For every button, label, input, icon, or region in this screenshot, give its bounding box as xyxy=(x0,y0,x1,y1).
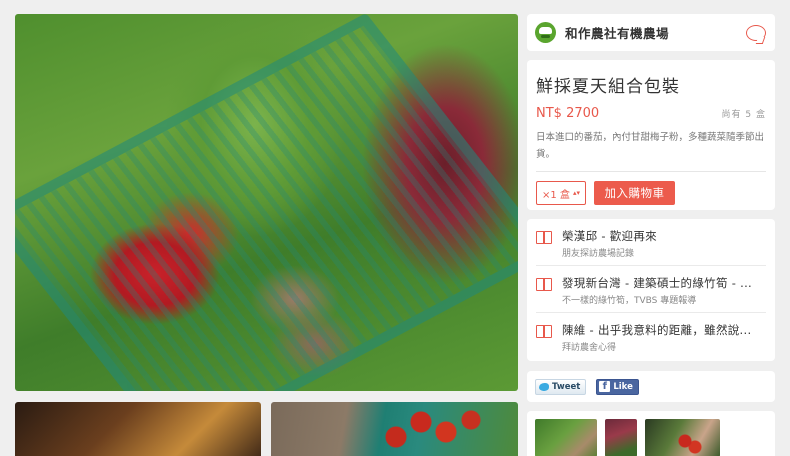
social-bar: Tweet f Like xyxy=(527,371,775,402)
tweet-label: Tweet xyxy=(552,381,581,392)
page: 和作農社有機農場 鮮採夏天組合包裝 NT$ 2700 尚有 5 盒 日本進口的番… xyxy=(0,0,790,456)
tweet-button[interactable]: Tweet xyxy=(535,378,587,395)
article-title[interactable]: 陳維 - 出乎我意料的距離，雖然說... xyxy=(562,322,766,338)
article-title[interactable]: 榮漢邱 - 歡迎再來 xyxy=(562,228,766,244)
like-label: Like xyxy=(613,381,633,392)
quantity-select[interactable]: ×1 盒 ▴▾ xyxy=(536,181,586,205)
article-item[interactable]: 陳維 - 出乎我意料的距離，雖然說... 拜訪農舍心得 xyxy=(536,313,766,360)
article-item[interactable]: 發現新台灣 - 建築碩士的綠竹筍 - ... 不一樣的綠竹筍，TVBS 專題報導 xyxy=(536,266,766,313)
articles-list: 榮漢邱 - 歡迎再來 朋友探訪農場記錄 發現新台灣 - 建築碩士的綠竹筍 - .… xyxy=(527,219,775,361)
article-item[interactable]: 榮漢邱 - 歡迎再來 朋友探訪農場記錄 xyxy=(536,219,766,266)
product-title: 鮮採夏天組合包裝 xyxy=(536,77,680,97)
select-caret-icon: ▴▾ xyxy=(572,189,580,197)
gallery-thumbnail[interactable] xyxy=(605,419,637,456)
crate-graphic xyxy=(15,14,518,391)
article-subtitle: 不一樣的綠竹筍，TVBS 專題報導 xyxy=(562,296,697,306)
article-title[interactable]: 發現新台灣 - 建築碩士的綠竹筍 - ... xyxy=(562,275,766,291)
stock-count: 尚有 5 盒 xyxy=(721,110,766,120)
article-text: 榮漢邱 - 歡迎再來 朋友探訪農場記錄 xyxy=(562,228,766,259)
farm-header: 和作農社有機農場 xyxy=(527,14,775,51)
product-description: 日本進口的番茄，內付甘甜梅子粉，多種蔬菜隨季節出貨。 xyxy=(536,129,766,172)
product-card: 鮮採夏天組合包裝 NT$ 2700 尚有 5 盒 日本進口的番茄，內付甘甜梅子粉… xyxy=(527,60,775,210)
price-row: NT$ 2700 尚有 5 盒 xyxy=(536,106,766,121)
book-icon xyxy=(536,278,552,291)
article-subtitle: 朋友探訪農場記錄 xyxy=(562,249,635,259)
article-text: 發現新台灣 - 建築碩士的綠竹筍 - ... 不一樣的綠竹筍，TVBS 專題報導 xyxy=(562,275,766,306)
gallery-thumbnail[interactable] xyxy=(645,419,720,456)
add-to-cart-button[interactable]: 加入購物車 xyxy=(594,181,675,205)
farm-logo-icon[interactable] xyxy=(535,22,556,43)
chat-icon[interactable] xyxy=(745,23,766,43)
article-subtitle: 拜訪農舍心得 xyxy=(562,343,617,353)
facebook-icon: f xyxy=(599,381,611,392)
twitter-bird-icon xyxy=(539,382,549,391)
hero-photo[interactable] xyxy=(15,14,518,391)
book-icon xyxy=(536,231,552,244)
quantity-value: ×1 盒 xyxy=(542,189,570,201)
photo-thumbnail-2[interactable] xyxy=(271,402,518,456)
photo-thumbnail-1[interactable] xyxy=(15,402,261,456)
article-text: 陳維 - 出乎我意料的距離，雖然說... 拜訪農舍心得 xyxy=(562,322,766,353)
product-price: NT$ 2700 xyxy=(536,106,600,121)
facebook-like-button[interactable]: f Like xyxy=(596,378,639,395)
gallery-strip xyxy=(527,411,775,456)
book-icon xyxy=(536,325,552,338)
gallery-thumbnail[interactable] xyxy=(535,419,597,456)
buy-row: ×1 盒 ▴▾ 加入購物車 xyxy=(536,181,766,205)
farm-name[interactable]: 和作農社有機農場 xyxy=(565,23,745,42)
